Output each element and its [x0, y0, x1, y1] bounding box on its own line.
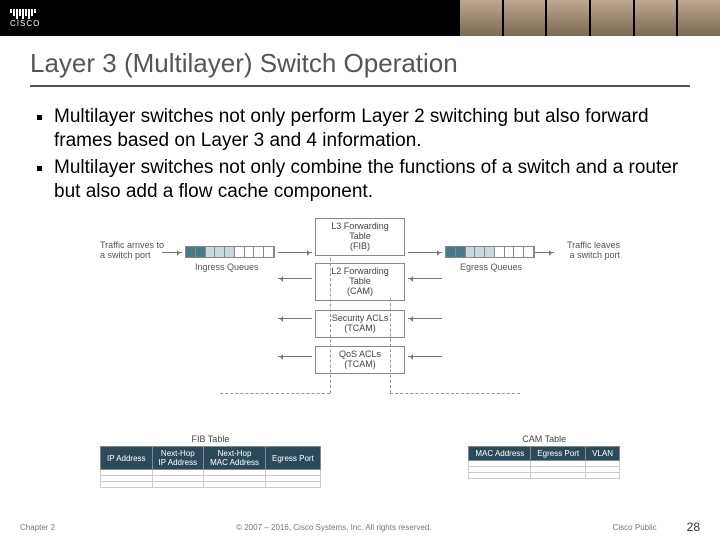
logo-text: CISCO [10, 20, 40, 28]
pipeline-box-acl: Security ACLs (TCAM) [315, 310, 405, 338]
diagram: Traffic arrives to a switch port Traffic… [100, 218, 620, 488]
slide-title: Layer 3 (Multilayer) Switch Operation [0, 36, 720, 85]
fib-table-title: FIB Table [100, 434, 321, 444]
connector-line [330, 258, 331, 393]
fib-table-wrap: FIB Table IP Address Next-Hop IP Address… [100, 434, 321, 488]
cam-header: MAC Address [469, 447, 531, 461]
arrow-icon [278, 278, 312, 279]
connector-line [220, 393, 330, 394]
traffic-out-label: Traffic leaves a switch port [550, 240, 620, 260]
pipeline-box-cam: L2 Forwarding Table (CAM) [315, 263, 405, 301]
footer: Chapter 2 © 2007 – 2016, Cisco Systems, … [0, 520, 720, 534]
arrow-icon [408, 278, 442, 279]
cam-header: Egress Port [531, 447, 586, 461]
cisco-logo: CISCO [0, 9, 40, 28]
connector-line [390, 298, 391, 393]
fib-table: IP Address Next-Hop IP Address Next-Hop … [100, 446, 321, 488]
arrow-icon [162, 252, 182, 253]
fib-header: Egress Port [266, 447, 321, 470]
egress-queue [445, 246, 535, 258]
page-number: 28 [687, 520, 700, 534]
arrow-icon [278, 356, 312, 357]
arrow-icon [408, 318, 442, 319]
bullet-item: Multilayer switches not only perform Lay… [54, 105, 690, 154]
cam-table-title: CAM Table [468, 434, 620, 444]
cam-table-wrap: CAM Table MAC Address Egress Port VLAN [468, 434, 620, 488]
arrow-icon [278, 318, 312, 319]
egress-queue-label: Egress Queues [460, 262, 522, 272]
arrow-icon [534, 252, 554, 253]
ingress-queue-label: Ingress Queues [195, 262, 259, 272]
arrow-icon [408, 356, 442, 357]
title-underline [30, 85, 690, 87]
classification-label: Cisco Public [613, 523, 657, 532]
cam-table: MAC Address Egress Port VLAN [468, 446, 620, 479]
ingress-queue [185, 246, 275, 258]
copyright-text: © 2007 – 2016, Cisco Systems, Inc. All r… [55, 523, 612, 532]
fib-header: Next-Hop MAC Address [204, 447, 266, 470]
header-people-image [460, 0, 720, 36]
bullet-list: Multilayer switches not only perform Lay… [0, 105, 720, 204]
traffic-in-label: Traffic arrives to a switch port [100, 240, 170, 260]
pipeline-box-fib: L3 Forwarding Table (FIB) [315, 218, 405, 256]
logo-bars-icon [10, 9, 40, 19]
connector-line [390, 393, 520, 394]
bullet-item: Multilayer switches not only combine the… [54, 156, 690, 205]
chapter-label: Chapter 2 [20, 523, 55, 532]
fib-header: IP Address [101, 447, 153, 470]
pipeline-box-qos: QoS ACLs (TCAM) [315, 346, 405, 374]
cam-header: VLAN [586, 447, 620, 461]
fib-header: Next-Hop IP Address [152, 447, 204, 470]
arrow-icon [278, 252, 312, 253]
header-band: CISCO [0, 0, 720, 36]
arrow-icon [408, 252, 442, 253]
